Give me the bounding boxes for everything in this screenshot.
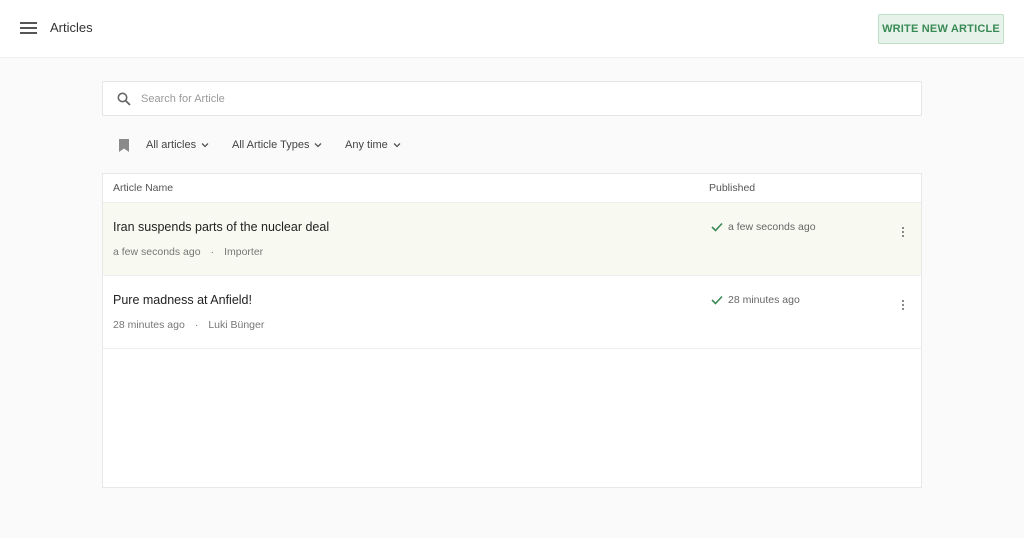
chevron-down-icon	[201, 143, 209, 148]
search-input[interactable]	[141, 82, 901, 115]
published-time: a few seconds ago	[728, 221, 816, 233]
article-title[interactable]: Iran suspends parts of the nuclear deal	[113, 220, 329, 234]
table-row[interactable]: Iran suspends parts of the nuclear deal …	[103, 203, 921, 276]
filter-label: All Article Types	[232, 139, 310, 151]
separator-dot: ·	[210, 246, 215, 258]
separator-dot: ·	[194, 319, 199, 331]
published-status: 28 minutes ago	[711, 294, 800, 306]
article-created-time: 28 minutes ago	[113, 319, 185, 331]
column-header-article-name[interactable]: Article Name	[113, 182, 173, 194]
hamburger-menu-icon[interactable]	[20, 22, 37, 35]
table-header: Article Name Published	[103, 174, 921, 203]
filter-time-dropdown[interactable]: Any time	[345, 137, 401, 153]
search-box[interactable]	[102, 81, 922, 116]
write-new-article-button[interactable]: WRITE NEW ARTICLE	[878, 14, 1004, 44]
more-options-icon[interactable]	[899, 225, 907, 239]
more-options-icon[interactable]	[899, 298, 907, 312]
filter-label: All articles	[146, 139, 197, 151]
check-icon	[711, 295, 723, 305]
top-bar: Articles WRITE NEW ARTICLE	[0, 0, 1024, 58]
filter-label: Any time	[345, 139, 388, 151]
filter-article-types-dropdown[interactable]: All Article Types	[232, 137, 322, 153]
article-created-time: a few seconds ago	[113, 246, 201, 258]
check-icon	[711, 222, 723, 232]
article-author: Importer	[224, 246, 264, 258]
table-row[interactable]: Pure madness at Anfield! 28 minutes ago ·…	[103, 276, 921, 349]
column-header-published[interactable]: Published	[709, 182, 755, 194]
bookmark-icon[interactable]	[119, 139, 129, 152]
article-author: Luki Bünger	[208, 319, 265, 331]
article-meta: 28 minutes ago · Luki Bünger	[113, 319, 264, 331]
chevron-down-icon	[393, 143, 401, 148]
articles-table: Article Name Published Iran suspends par…	[102, 173, 922, 488]
search-icon	[117, 92, 131, 106]
published-time: 28 minutes ago	[728, 294, 800, 306]
article-meta: a few seconds ago · Importer	[113, 246, 263, 258]
page-title: Articles	[50, 20, 93, 35]
filter-all-articles-dropdown[interactable]: All articles	[146, 137, 209, 153]
chevron-down-icon	[314, 143, 322, 148]
article-title[interactable]: Pure madness at Anfield!	[113, 293, 252, 307]
published-status: a few seconds ago	[711, 221, 816, 233]
